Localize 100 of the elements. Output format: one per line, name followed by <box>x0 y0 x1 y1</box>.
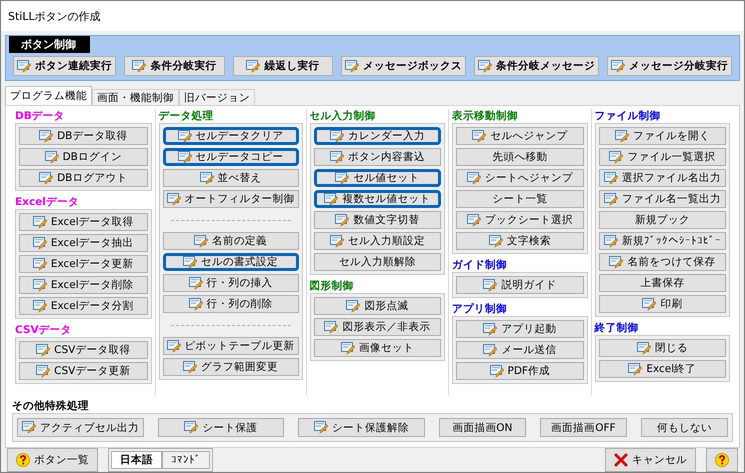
function-button[interactable]: ファイル名一覧出力 <box>598 190 726 208</box>
function-button[interactable]: ブックシート選択 <box>456 211 584 229</box>
function-button[interactable]: セルデータクリア <box>162 127 298 145</box>
edit-icon <box>246 60 260 72</box>
tab[interactable]: 旧バージョン <box>179 89 255 105</box>
edit-icon <box>611 60 625 72</box>
function-button[interactable]: 数値文字切替 <box>314 211 441 229</box>
function-button[interactable]: DBログイン <box>19 148 148 166</box>
function-button[interactable]: 新規ﾌﾞｯｸへｼｰﾄｺﾋﾟｰ <box>598 232 726 250</box>
function-button[interactable]: Excelデータ取得 <box>19 213 148 231</box>
language-option[interactable]: 日本語 <box>111 451 162 469</box>
function-button[interactable]: 複数セル値セット <box>314 190 441 208</box>
group-title: アプリ制御 <box>452 303 507 316</box>
edit-icon <box>32 258 47 270</box>
edit-icon <box>44 150 59 164</box>
function-button[interactable]: シート保護 <box>158 418 284 437</box>
edit-icon <box>183 256 197 268</box>
function-button[interactable]: 説明ガイド <box>456 276 584 294</box>
function-button[interactable]: メール送信 <box>456 341 584 359</box>
ribbon-button[interactable]: 条件分岐メッセージ <box>474 56 599 76</box>
function-button[interactable]: 名前の定義 <box>162 232 298 250</box>
function-button[interactable]: ピボットテーブル更新 <box>162 337 298 355</box>
function-button[interactable]: CSVデータ更新 <box>19 362 148 380</box>
function-button[interactable]: セルデータコピー <box>162 148 298 166</box>
function-button[interactable]: 並べ替え <box>162 169 298 187</box>
function-button[interactable]: 図形表示／非表示 <box>314 318 441 336</box>
edit-icon <box>36 364 50 378</box>
edit-icon <box>22 421 36 434</box>
function-button[interactable]: 閉じる <box>598 339 726 357</box>
group-title: CSVデータ <box>15 324 72 337</box>
help-button[interactable] <box>706 448 738 472</box>
function-button[interactable]: 文字検索 <box>456 232 584 250</box>
function-button[interactable]: ファイルを開く <box>598 127 726 145</box>
edit-icon <box>32 236 47 250</box>
function-button[interactable]: DBデータ取得 <box>19 127 148 145</box>
edit-icon <box>324 320 338 334</box>
edit-icon <box>166 340 180 352</box>
function-button[interactable]: PDF作成 <box>456 362 584 380</box>
help-icon <box>715 453 729 467</box>
edit-icon <box>32 300 47 312</box>
group-title: ファイル制御 <box>594 110 660 123</box>
edit-icon <box>609 256 624 268</box>
tab[interactable]: 画面・機能制御 <box>92 89 179 105</box>
function-button[interactable]: シート一覧 <box>456 190 584 208</box>
function-button[interactable]: グラフ範囲変更 <box>162 358 298 376</box>
function-button[interactable]: 画像セット <box>314 339 441 357</box>
language-option[interactable]: ｺﾏﾝﾄﾞ <box>162 451 210 469</box>
function-button[interactable]: Excelデータ更新 <box>19 255 148 273</box>
edit-icon <box>472 130 486 142</box>
function-button[interactable]: 新規ブック <box>598 211 726 229</box>
function-button[interactable]: 名前をつけて保存 <box>598 253 726 271</box>
edit-icon <box>32 278 47 292</box>
function-button[interactable]: 印刷 <box>598 295 726 313</box>
function-button[interactable]: 画面描画OFF <box>540 418 627 437</box>
cancel-button[interactable]: キャンセル <box>605 448 696 472</box>
edit-icon <box>483 278 498 292</box>
function-button[interactable]: アクティブセル出力 <box>17 418 144 437</box>
edit-icon <box>36 344 50 356</box>
edit-icon <box>335 214 350 226</box>
function-button[interactable]: アプリ起動 <box>456 320 584 338</box>
function-button[interactable]: Excel終了 <box>598 360 726 378</box>
function-button[interactable]: Excelデータ削除 <box>19 276 148 294</box>
function-button[interactable]: 何もしない <box>640 418 728 437</box>
function-button[interactable]: 行・列の削除 <box>162 295 298 313</box>
function-button[interactable]: 上書保存 <box>598 274 726 292</box>
edit-icon <box>335 172 350 184</box>
edit-icon <box>17 60 31 72</box>
edit-icon <box>628 362 642 376</box>
function-button[interactable]: 図形点滅 <box>314 297 441 315</box>
edit-icon <box>32 216 47 228</box>
function-button[interactable]: 選択ファイル名出力 <box>598 169 726 187</box>
function-button[interactable]: CSVデータ取得 <box>19 341 148 359</box>
function-button[interactable]: セル入力順解除 <box>314 253 441 271</box>
ribbon-button[interactable]: ボタン連続実行 <box>13 56 116 76</box>
edit-icon <box>478 60 492 72</box>
function-button[interactable]: Excelデータ抽出 <box>19 234 148 252</box>
ribbon-button[interactable]: 条件分岐実行 <box>124 56 224 76</box>
function-button[interactable]: シートへジャンプ <box>456 169 584 187</box>
ribbon-button[interactable]: 繰返し実行 <box>232 56 333 76</box>
function-button[interactable]: セル値セット <box>314 169 441 187</box>
function-button[interactable]: 先頭へ移動 <box>456 148 584 166</box>
ribbon-button[interactable]: メッセージ分岐実行 <box>607 56 732 76</box>
edit-icon <box>636 342 651 354</box>
function-button[interactable]: DBログアウト <box>19 169 148 187</box>
tab[interactable]: プログラム機能 <box>5 86 92 105</box>
button-list-button[interactable]: ボタン一覧 <box>7 448 98 472</box>
function-button[interactable]: シート保護解除 <box>298 418 425 437</box>
function-button[interactable]: カレンダー入力 <box>314 127 441 145</box>
edit-icon <box>200 172 214 184</box>
function-button[interactable]: オートフィルター制御 <box>162 190 298 208</box>
function-button[interactable]: 画面描画ON <box>438 418 526 437</box>
function-button[interactable]: 行・列の挿入 <box>162 274 298 292</box>
function-button[interactable]: ボタン内容書込 <box>314 148 441 166</box>
function-button[interactable]: ファイル一覧選択 <box>598 148 726 166</box>
function-button[interactable]: セル入力順設定 <box>314 232 441 250</box>
ribbon-button[interactable]: メッセージボックス <box>341 56 466 76</box>
function-button[interactable]: Excelデータ分割 <box>19 297 148 315</box>
function-button[interactable]: セルの書式設定 <box>162 253 298 271</box>
function-button[interactable]: セルへジャンプ <box>456 127 584 145</box>
edit-icon <box>194 234 208 248</box>
